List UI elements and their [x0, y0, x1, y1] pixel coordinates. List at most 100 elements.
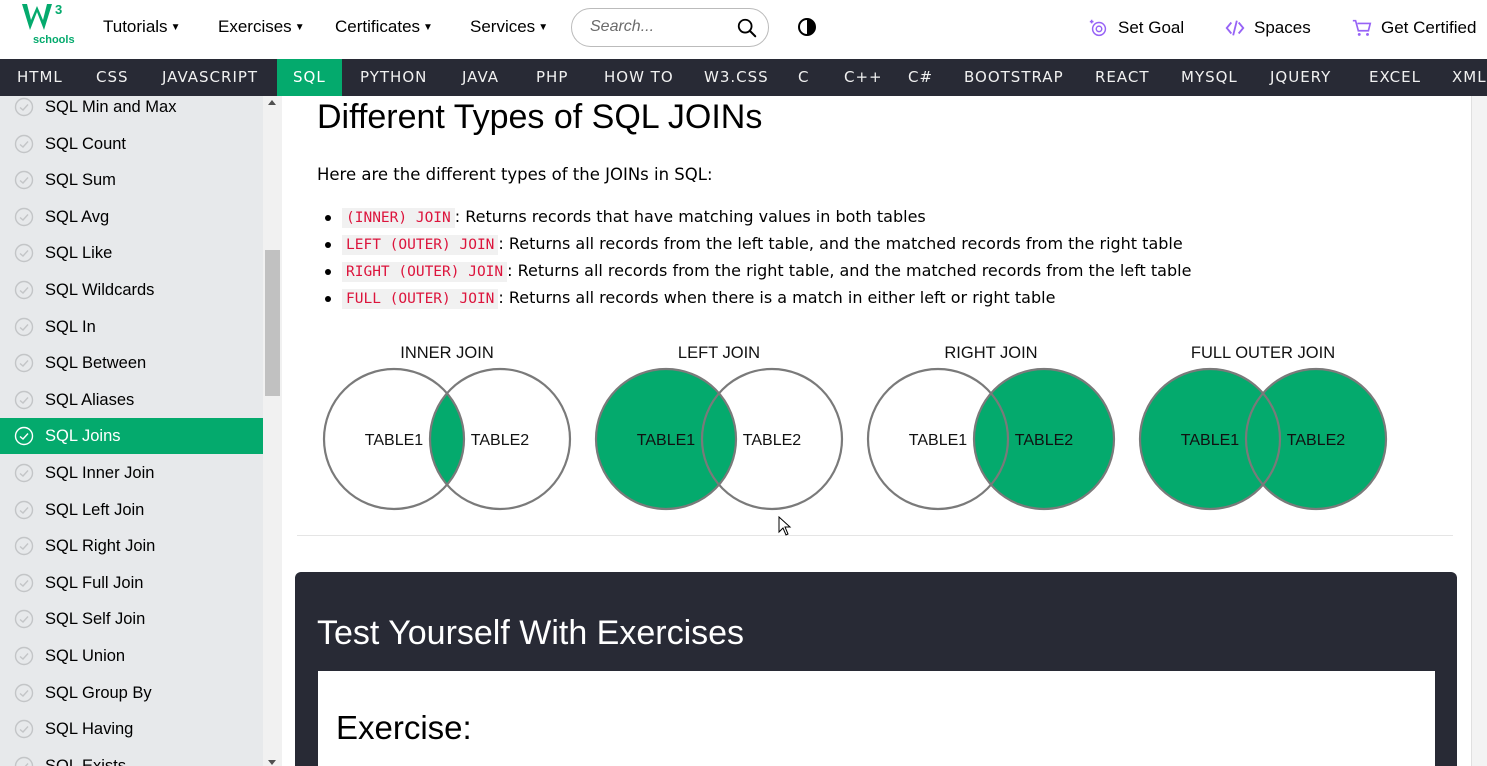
check-circle-icon [14, 353, 34, 373]
search-icon[interactable] [736, 17, 758, 39]
menu-tutorials[interactable]: Tutorials ▼ [103, 17, 180, 37]
contrast-toggle-icon[interactable] [797, 17, 817, 37]
intro-text: Here are the different types of the JOIN… [317, 165, 713, 184]
menu-certificates[interactable]: Certificates ▼ [335, 17, 433, 37]
check-circle-icon [14, 573, 34, 593]
subject-excel[interactable]: EXCEL [1369, 59, 1421, 96]
check-circle-icon [14, 500, 34, 520]
exercise-card: Exercise: [318, 671, 1435, 766]
sidebar-item-label: SQL Min and Max [45, 97, 177, 116]
subject-php[interactable]: PHP [536, 59, 568, 96]
sidebar-item[interactable]: SQL Full Join [0, 565, 263, 601]
sidebar-item[interactable]: SQL Min and Max [0, 96, 263, 125]
svg-text:3: 3 [55, 2, 62, 17]
code-snippet: LEFT (OUTER) JOIN [342, 235, 499, 255]
sidebar-scrollbar[interactable] [263, 96, 282, 766]
venn-title: RIGHT JOIN [944, 344, 1037, 362]
sidebar-item-label: SQL Like [45, 243, 113, 262]
sidebar-item[interactable]: SQL Exists [0, 748, 263, 766]
code-snippet: RIGHT (OUTER) JOIN [342, 262, 508, 282]
sidebar-item[interactable]: SQL Aliases [0, 382, 263, 418]
get-certified-link[interactable]: Get Certified [1351, 17, 1476, 39]
list-item-text: : Returns all records from the right tab… [507, 261, 1192, 280]
sidebar: SQL Min and Max SQL Count SQL Sum SQL Avg SQ… [0, 96, 282, 766]
sidebar-item-label: SQL Count [45, 134, 127, 153]
subject-csharp[interactable]: C# [908, 59, 933, 96]
subject-react[interactable]: REACT [1095, 59, 1150, 96]
venn-right-label: TABLE2 [1015, 432, 1074, 449]
spaces-link[interactable]: Spaces [1224, 17, 1311, 39]
search-input[interactable] [590, 18, 730, 36]
get-certified-label: Get Certified [1381, 18, 1477, 37]
menu-services[interactable]: Services ▼ [470, 17, 548, 37]
main-content: Different Types of SQL JOINs Here are th… [282, 96, 1487, 766]
venn-title: LEFT JOIN [678, 344, 760, 362]
venn-right-label: TABLE2 [471, 432, 530, 449]
menu-exercises[interactable]: Exercises ▼ [218, 17, 305, 37]
sidebar-item[interactable]: SQL Inner Join [0, 455, 263, 491]
subject-html[interactable]: HTML [17, 59, 63, 96]
sidebar-item[interactable]: SQL In [0, 309, 263, 345]
check-circle-icon [14, 97, 34, 117]
page-scrollbar[interactable] [1471, 96, 1487, 766]
subject-python[interactable]: PYTHON [360, 59, 427, 96]
sidebar-item[interactable]: SQL Group By [0, 675, 263, 711]
set-goal-link[interactable]: Set Goal [1088, 17, 1184, 39]
scroll-up-arrow-icon[interactable] [268, 100, 276, 105]
subject-css[interactable]: CSS [96, 59, 129, 96]
sidebar-item[interactable]: SQL Sum [0, 162, 263, 198]
subject-xml[interactable]: XML [1452, 59, 1487, 96]
venn-right-label: TABLE2 [743, 432, 802, 449]
sidebar-item[interactable]: SQL Right Join [0, 528, 263, 564]
subject-bootstrap[interactable]: BOOTSTRAP [964, 59, 1064, 96]
sidebar-item[interactable]: SQL Joins [0, 418, 263, 454]
code-snippet: FULL (OUTER) JOIN [342, 289, 499, 309]
logo-text: schools [33, 34, 75, 46]
venn-diagram: RIGHT JOIN TABLE1 TABLE2 [866, 344, 1116, 511]
mouse-cursor-icon [778, 516, 792, 536]
subject-cpp[interactable]: C++ [844, 59, 883, 96]
sidebar-item[interactable]: SQL Avg [0, 199, 263, 235]
subject-c[interactable]: C [798, 59, 809, 96]
sidebar-item[interactable]: SQL Left Join [0, 492, 263, 528]
sidebar-item-label: SQL Aliases [45, 390, 135, 409]
sidebar-item[interactable]: SQL Between [0, 345, 263, 381]
list-item-text: : Returns all records from the left tabl… [498, 234, 1183, 253]
sidebar-item-label: SQL Self Join [45, 609, 146, 628]
top-bar: 3 schools Tutorials ▼ Exercises ▼ Certific… [0, 0, 1487, 59]
sidebar-item[interactable]: SQL Count [0, 126, 263, 162]
subject-mysql[interactable]: MYSQL [1181, 59, 1238, 96]
caret-down-icon: ▼ [170, 22, 181, 33]
exercise-heading: Test Yourself With Exercises [317, 614, 745, 652]
sidebar-item-label: SQL Inner Join [45, 463, 155, 482]
code-icon [1225, 20, 1245, 36]
scroll-down-arrow-icon[interactable] [268, 760, 276, 765]
join-venn-diagrams: INNER JOIN TABLE1 TABLE2 LEFT JOIN TABLE1 TAB… [322, 344, 1388, 511]
cart-icon [1352, 19, 1372, 36]
w3schools-logo[interactable]: 3 schools [14, 0, 75, 52]
spaces-label: Spaces [1254, 18, 1311, 37]
sidebar-item[interactable]: SQL Wildcards [0, 272, 263, 308]
sidebar-item-label: SQL Exists [45, 756, 126, 766]
subject-how-to[interactable]: HOW TO [604, 59, 674, 96]
exercise-label: Exercise: [336, 709, 472, 746]
list-item: RIGHT (OUTER) JOIN: Returns all records … [324, 261, 1192, 288]
subject-sql[interactable]: SQL [277, 59, 342, 96]
sidebar-item-label: SQL Union [45, 646, 126, 665]
subject-w3css[interactable]: W3.CSS [704, 59, 769, 96]
search-box[interactable] [571, 8, 769, 47]
sidebar-item[interactable]: SQL Like [0, 235, 263, 271]
subject-javascript[interactable]: JAVASCRIPT [162, 59, 258, 96]
subject-java[interactable]: JAVA [462, 59, 499, 96]
sidebar-item[interactable]: SQL Self Join [0, 601, 263, 637]
scrollbar-thumb[interactable] [265, 250, 280, 396]
sidebar-item-label: SQL In [45, 317, 96, 336]
venn-right-label: TABLE2 [1287, 432, 1346, 449]
list-item-text: : Returns records that have matching val… [454, 207, 926, 226]
venn-left-label: TABLE1 [365, 432, 424, 449]
venn-left-label: TABLE1 [909, 432, 968, 449]
sidebar-item[interactable]: SQL Union [0, 638, 263, 674]
list-item-text: : Returns all records when there is a ma… [498, 288, 1056, 307]
sidebar-item[interactable]: SQL Having [0, 711, 263, 747]
subject-jquery[interactable]: JQUERY [1270, 59, 1331, 96]
